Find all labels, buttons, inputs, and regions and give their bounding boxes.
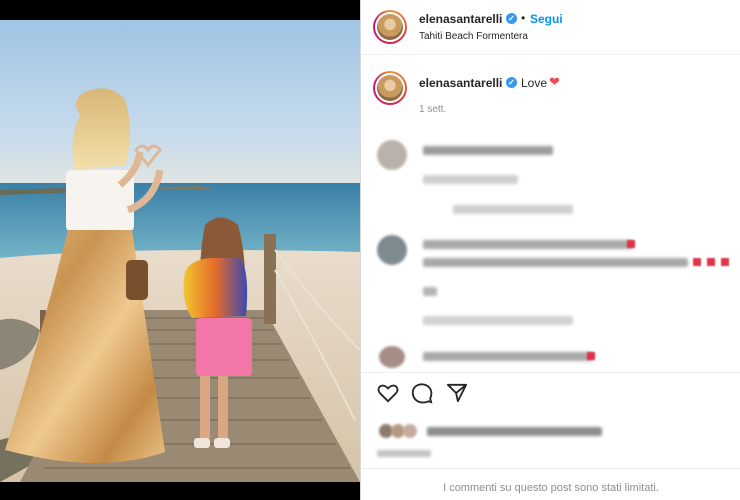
blurred-comment-line [423, 146, 553, 155]
blurred-post-date [377, 450, 431, 457]
blurred-emoji [627, 240, 635, 248]
heart-emoji: ❤ [549, 74, 560, 89]
verified-badge-icon: ✓ [506, 77, 517, 88]
beach-photo-illustration [0, 20, 360, 482]
action-bar [361, 372, 740, 408]
author-username[interactable]: elenasantarelli [419, 12, 502, 26]
caption-text: Love [521, 76, 548, 90]
separator-dot: • [521, 11, 526, 25]
post-location[interactable]: Tahiti Beach Formentera [419, 31, 528, 42]
liker-avatar [403, 424, 417, 438]
comments-limited-footer: I commenti su questo post sono stati lim… [361, 468, 740, 500]
heart-icon[interactable] [377, 383, 399, 403]
blurred-comment-line [423, 352, 593, 361]
blurred-emoji [693, 258, 701, 266]
comment-avatar [377, 235, 407, 265]
comments-limited-notice: I commenti su questo post sono stati lim… [443, 482, 659, 494]
blurred-comment-line [423, 240, 633, 249]
blurred-emoji [707, 258, 715, 266]
post-header: elenasantarelli ✓ • Segui Tahiti Beach F… [361, 0, 740, 55]
comment-avatar [379, 346, 405, 368]
comment-avatar [377, 140, 407, 170]
caption-time[interactable]: 1 sett. [419, 104, 446, 115]
post-sidebar: elenasantarelli ✓ • Segui Tahiti Beach F… [360, 0, 740, 500]
blurred-emoji [721, 258, 729, 266]
bottom-black-bar [0, 482, 360, 500]
caption-avatar[interactable] [373, 71, 407, 105]
blurred-comment-line [423, 258, 688, 267]
comment-icon[interactable] [411, 383, 433, 404]
follow-button[interactable]: Segui [530, 12, 563, 26]
likes-row [361, 420, 740, 440]
caption-username[interactable]: elenasantarelli [419, 76, 502, 90]
blurred-likes-text [427, 427, 602, 436]
author-avatar[interactable] [373, 10, 407, 44]
verified-badge-icon: ✓ [506, 13, 517, 24]
blurred-emoji [587, 352, 595, 360]
share-icon[interactable] [447, 383, 467, 403]
blurred-comment-line [423, 175, 518, 184]
blurred-comment-line [453, 205, 573, 214]
blurred-comment-line [423, 287, 437, 296]
post-photo[interactable] [0, 20, 360, 482]
blurred-comment-line [423, 316, 573, 325]
